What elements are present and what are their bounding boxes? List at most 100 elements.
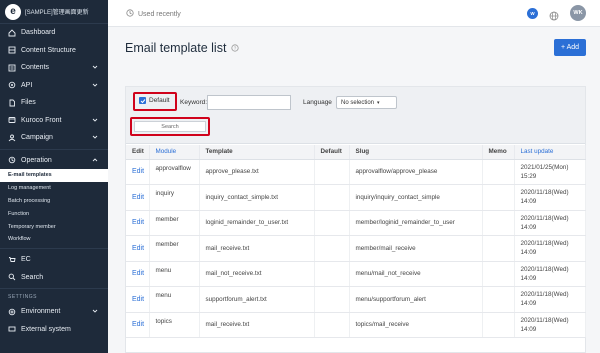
sidebar-item-label: Operation: [21, 156, 52, 164]
cell-memo: [482, 184, 515, 211]
sidebar-item-campaign[interactable]: Campaign: [0, 129, 108, 147]
cell-last-update: 2020/11/18(Wed) 14:09: [514, 235, 586, 262]
edit-link[interactable]: Edit: [126, 261, 150, 287]
page-title: Email template list: [125, 41, 227, 55]
sidebar-subitem-email-templates[interactable]: E-mail templates: [0, 169, 108, 182]
content-structure-icon: [8, 46, 16, 54]
default-checkbox-wrap[interactable]: Default: [139, 97, 170, 104]
search-button[interactable]: Search: [134, 121, 206, 132]
cell-template: approve_please.txt: [199, 159, 315, 185]
sidebar-item-api[interactable]: API: [0, 77, 108, 95]
clock-icon: [126, 9, 134, 19]
sidebar: e [SAMPLE]管理画面更新 Dashboard Content Struc…: [0, 0, 108, 353]
add-button[interactable]: + Add: [554, 39, 586, 56]
sidebar-item-kuroco-front[interactable]: Kuroco Front: [0, 112, 108, 130]
cell-slug: member/mail_receive: [349, 235, 483, 262]
col-slug: Slug: [349, 145, 483, 160]
topbar: Used recently W WK: [108, 0, 600, 27]
cell-template: supportforum_alert.txt: [199, 286, 315, 313]
cell-slug: menu/mail_not_receive: [349, 261, 483, 287]
default-checkbox[interactable]: [139, 97, 146, 104]
sidebar-item-label: External system: [21, 325, 71, 333]
cell-default: [314, 159, 350, 185]
edit-link[interactable]: Edit: [126, 235, 150, 262]
cell-slug: topics/mail_receive: [349, 312, 483, 338]
col-memo: Memo: [482, 145, 515, 160]
page-title-wrap: Email template list ?: [125, 41, 240, 55]
last-update-time: 14:09: [520, 300, 537, 308]
edit-link[interactable]: Edit: [126, 210, 150, 236]
settings-section-label: SETTINGS: [8, 293, 38, 300]
files-icon: [8, 99, 16, 107]
globe-icon[interactable]: [549, 8, 559, 26]
sidebar-item-contents[interactable]: Contents: [0, 59, 108, 77]
sidebar-item-files[interactable]: Files: [0, 94, 108, 112]
table-row: Edit menu mail_not_receive.txt menu/mail_no…: [126, 261, 586, 287]
cell-module: inquiry: [149, 184, 200, 211]
sidebar-subitem-batch-processing[interactable]: Batch processing: [0, 195, 108, 208]
last-update-date: 2020/11/18(Wed): [520, 240, 569, 248]
cell-module: menu: [149, 286, 200, 313]
cell-default: [314, 261, 350, 287]
cell-template: mail_receive.txt: [199, 312, 315, 338]
language-select[interactable]: No selection ▾: [336, 96, 397, 109]
app-root: e [SAMPLE]管理画面更新 Dashboard Content Struc…: [0, 0, 600, 353]
col-module[interactable]: Module: [149, 145, 200, 160]
keyword-label: Keyword:: [180, 99, 208, 106]
sidebar-item-search[interactable]: Search: [0, 268, 108, 286]
workspace-badge[interactable]: W: [527, 8, 538, 19]
template-table: Edit Module Template Default Slug Memo L…: [126, 145, 586, 338]
kuroco-front-icon: [8, 116, 16, 124]
language-label: Language: [303, 99, 332, 106]
sidebar-item-label: API: [21, 81, 33, 89]
last-update-date: 2020/11/18(Wed): [520, 316, 569, 324]
cell-template: inquiry_contact_simple.txt: [199, 184, 315, 211]
sidebar-item-dashboard[interactable]: Dashboard: [0, 24, 108, 42]
sidebar-subitem-log-management[interactable]: Log management: [0, 182, 108, 195]
cell-module: approvalflow: [149, 159, 200, 185]
cell-module: member: [149, 235, 200, 262]
table-row: Edit member loginid_remainder_to_user.txt m…: [126, 210, 586, 236]
cell-memo: [482, 312, 515, 338]
col-last-update[interactable]: Last update: [514, 145, 586, 160]
sidebar-item-external-system[interactable]: External system: [0, 320, 108, 338]
sidebar-subitem-workflow[interactable]: Workflow: [0, 233, 108, 246]
sidebar-item-ec[interactable]: EC: [0, 251, 108, 269]
sidebar-item-operation[interactable]: Operation: [0, 152, 108, 170]
cell-memo: [482, 235, 515, 262]
sidebar-item-environment[interactable]: Environment: [0, 303, 108, 321]
table-body: Edit approvalflow approve_please.txt approv…: [126, 159, 586, 338]
table-header-row: Edit Module Template Default Slug Memo L…: [126, 145, 586, 160]
cell-module: member: [149, 210, 200, 236]
cell-last-update: 2020/11/18(Wed) 14:09: [514, 312, 586, 338]
chevron-down-icon: [92, 82, 98, 90]
cell-last-update: 2020/11/18(Wed) 14:09: [514, 286, 586, 313]
last-update-date: 2020/11/18(Wed): [520, 189, 569, 197]
cell-last-update: 2020/11/18(Wed) 14:09: [514, 261, 586, 287]
used-recently[interactable]: Used recently: [126, 9, 181, 19]
divider: [0, 287, 108, 289]
default-checkbox-label: Default: [149, 97, 170, 104]
cell-template: loginid_remainder_to_user.txt: [199, 210, 315, 236]
sidebar-subitem-function[interactable]: Function: [0, 207, 108, 220]
cell-last-update: 2020/11/18(Wed) 14:09: [514, 184, 586, 211]
table-row: Edit topics mail_receive.txt topics/mail_re…: [126, 312, 586, 338]
sidebar-item-label: Campaign: [21, 134, 53, 142]
cell-memo: [482, 261, 515, 287]
sidebar-item-label: Contents: [21, 64, 50, 72]
cell-default: [314, 210, 350, 236]
edit-link[interactable]: Edit: [126, 159, 150, 185]
avatar[interactable]: WK: [570, 5, 586, 21]
edit-link[interactable]: Edit: [126, 286, 150, 313]
edit-link[interactable]: Edit: [126, 184, 150, 211]
sidebar-item-label: EC: [21, 256, 31, 264]
edit-link[interactable]: Edit: [126, 312, 150, 338]
last-update-time: 14:09: [520, 249, 537, 257]
help-icon[interactable]: ?: [231, 41, 240, 55]
keyword-input[interactable]: [207, 95, 291, 110]
environment-icon: [8, 308, 16, 316]
brand[interactable]: e [SAMPLE]管理画面更新: [0, 0, 108, 24]
sidebar-subitem-temporary-member[interactable]: Temporary member: [0, 220, 108, 233]
sidebar-item-content-structure[interactable]: Content Structure: [0, 42, 108, 60]
table-row: Edit member mail_receive.txt member/mail_re…: [126, 235, 586, 262]
